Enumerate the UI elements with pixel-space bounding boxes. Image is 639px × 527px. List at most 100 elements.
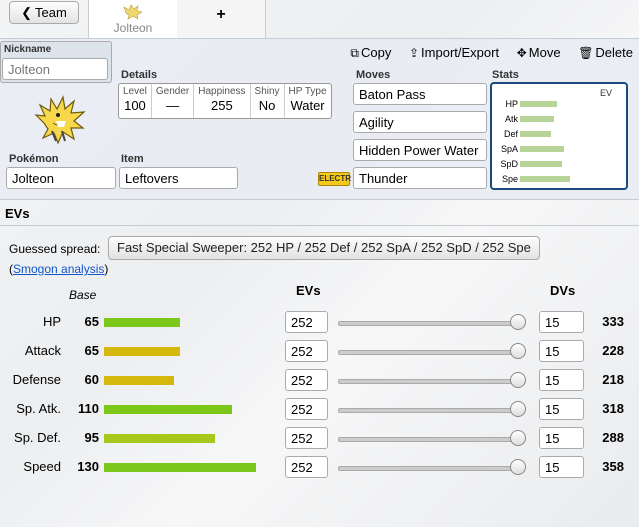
type-badge-electric: ELECTR	[318, 172, 351, 186]
stat-base-bar	[104, 376, 174, 385]
guessed-spread-label: Guessed spread:	[9, 242, 101, 256]
move-arrows-icon: ✥	[516, 46, 527, 60]
details-happiness: Happiness 255	[194, 84, 251, 118]
dv-input-sp-def[interactable]: 15	[539, 427, 584, 449]
move-1-input[interactable]: Baton Pass	[353, 83, 487, 105]
ev-slider-sp-def[interactable]	[338, 437, 524, 442]
dv-input-speed[interactable]: 15	[539, 456, 584, 478]
stat-base-value: 130	[77, 459, 99, 474]
set-actions: ⧉ Copy ⇪ Import/Export ✥ Move 🗑 Delete	[336, 45, 633, 61]
ev-slider-defense[interactable]	[338, 379, 524, 384]
stat-row: Attack 65 252 15 228	[0, 339, 639, 365]
stat-total: 358	[602, 459, 624, 474]
nickname-label: Nickname	[4, 44, 52, 55]
ev-input-sp-atk[interactable]: 252	[285, 398, 328, 420]
stat-base-bar	[104, 318, 180, 327]
stat-total: 333	[602, 314, 624, 329]
set-panel: Nickname Jolteon ⧉ Copy ⇪ Import/Export ✥ M…	[0, 38, 639, 200]
ev-slider-speed[interactable]	[338, 466, 524, 471]
details-shiny: Shiny No	[251, 84, 285, 118]
stat-row: Speed 130 252 15 358	[0, 455, 639, 481]
ev-slider-handle[interactable]	[510, 430, 526, 446]
add-tab-button[interactable]: +	[177, 0, 266, 39]
stat-total: 288	[602, 430, 624, 445]
team-button-label: Team	[35, 5, 67, 20]
move-label: Move	[528, 45, 561, 60]
ev-slider-handle[interactable]	[510, 343, 526, 359]
stat-name: Attack	[24, 343, 61, 358]
stat-name: Speed	[23, 459, 61, 474]
trash-icon: 🗑	[578, 46, 594, 60]
stats-summary-button[interactable]: EV HP Atk Def SpA SpD Spe	[490, 82, 628, 190]
stat-base-value: 60	[84, 372, 99, 387]
upload-icon: ⇪	[408, 46, 420, 60]
stat-total: 218	[602, 372, 624, 387]
guessed-spread-button[interactable]: Fast Special Sweeper: 252 HP / 252 Def /…	[108, 236, 540, 260]
move-4-input[interactable]: Thunder	[353, 167, 487, 189]
base-column-header: Base	[69, 288, 97, 302]
stat-base-bar	[104, 463, 256, 472]
stat-name: Sp. Def.	[14, 430, 61, 445]
pokemon-label: Pokémon	[9, 153, 59, 165]
top-bar: ❮ Team Jolteon +	[0, 0, 639, 39]
ev-slider-handle[interactable]	[510, 401, 526, 417]
dv-input-hp[interactable]: 15	[539, 311, 584, 333]
copy-button[interactable]: ⧉ Copy	[350, 45, 391, 60]
ev-input-sp-def[interactable]: 252	[285, 427, 328, 449]
ev-slider-sp-atk[interactable]	[338, 408, 524, 413]
details-label: Details	[121, 69, 158, 81]
ev-input-hp[interactable]: 252	[285, 311, 328, 333]
copy-icon: ⧉	[350, 46, 359, 60]
evs-section-header: EVs	[0, 199, 639, 226]
stat-total: 228	[602, 343, 624, 358]
stat-name: Defense	[12, 372, 61, 387]
details-table[interactable]: Level 100 Gender — Happiness 255 Shiny No HP…	[118, 83, 332, 119]
move-button[interactable]: ✥ Move	[517, 45, 561, 60]
pokemon-input[interactable]: Jolteon	[6, 167, 116, 189]
ev-input-defense[interactable]: 252	[285, 369, 328, 391]
move-3-input[interactable]: Hidden Power Water	[353, 139, 487, 161]
dvs-column-header: DVs	[550, 283, 576, 298]
ev-slider-handle[interactable]	[510, 459, 526, 475]
smogon-analysis-link[interactable]: Smogon analysis	[13, 262, 104, 276]
tab-jolteon[interactable]: Jolteon	[88, 0, 178, 39]
ev-input-attack[interactable]: 252	[285, 340, 328, 362]
item-input[interactable]: Leftovers	[119, 167, 238, 189]
details-gender: Gender —	[152, 84, 195, 118]
ev-input-speed[interactable]: 252	[285, 456, 328, 478]
copy-label: Copy	[361, 45, 392, 60]
stats-ev-header: EV	[599, 88, 612, 98]
tab-label: Jolteon	[113, 21, 153, 35]
details-hp-type: HP Type Water	[288, 86, 327, 113]
team-button[interactable]: ❮ Team	[9, 1, 79, 24]
nickname-input[interactable]: Jolteon	[2, 58, 108, 80]
item-label: Item	[121, 153, 144, 165]
stat-base-bar	[104, 347, 180, 356]
evs-title: EVs	[5, 206, 30, 221]
stat-base-value: 65	[84, 343, 99, 358]
details-level: Level 100	[119, 84, 152, 118]
stat-row: Sp. Atk. 110 252 15 318	[0, 397, 639, 423]
move-2-input[interactable]: Agility	[353, 111, 487, 133]
dv-input-attack[interactable]: 15	[539, 340, 584, 362]
smogon-analysis: (Smogon analysis)	[9, 262, 109, 276]
stat-total: 318	[602, 401, 624, 416]
stat-row: HP 65 252 15 333	[0, 310, 639, 336]
ev-slider-hp[interactable]	[338, 321, 524, 326]
ev-slider-handle[interactable]	[510, 372, 526, 388]
stat-base-bar	[104, 405, 232, 414]
delete-button[interactable]: 🗑 Delete	[578, 45, 633, 60]
chevron-left-icon: ❮	[21, 5, 33, 20]
import-export-button[interactable]: ⇪ Import/Export	[409, 45, 499, 60]
dv-input-sp-atk[interactable]: 15	[539, 398, 584, 420]
stat-row: Sp. Def. 95 252 15 288	[0, 426, 639, 452]
jolteon-sprite	[34, 95, 86, 145]
moves-label: Moves	[356, 69, 391, 81]
stat-name: Sp. Atk.	[16, 401, 61, 416]
stat-row: Defense 60 252 15 218	[0, 368, 639, 394]
ev-slider-handle[interactable]	[510, 314, 526, 330]
dv-input-defense[interactable]: 15	[539, 369, 584, 391]
stat-base-value: 110	[78, 401, 99, 416]
delete-label: Delete	[595, 45, 633, 60]
ev-slider-attack[interactable]	[338, 350, 524, 355]
